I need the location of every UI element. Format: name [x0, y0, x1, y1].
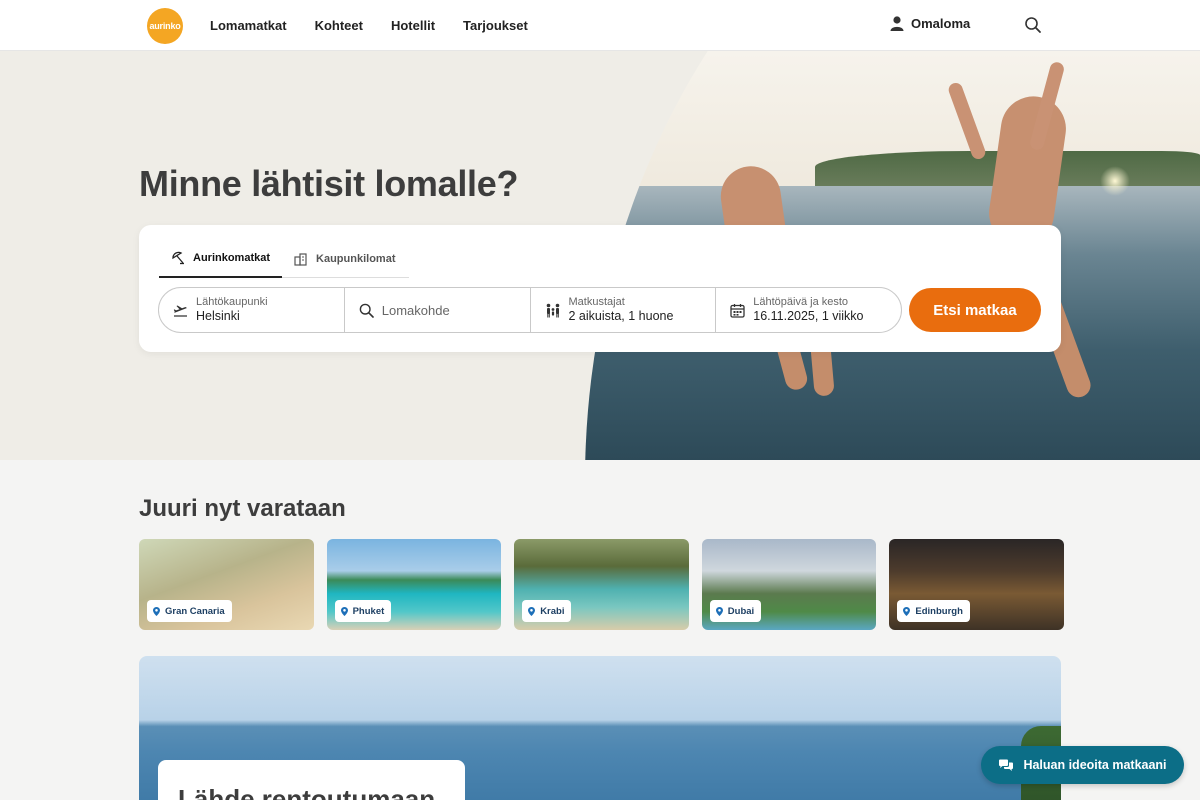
- hero-title: Minne lähtisit lomalle?: [139, 163, 519, 204]
- destination-card-krabi[interactable]: Krabi: [514, 539, 689, 630]
- date-field[interactable]: Lähtöpäivä ja kesto 16.11.2025, 1 viikko: [716, 288, 901, 332]
- account-link[interactable]: Omaloma: [890, 16, 970, 31]
- location-pin-icon: [903, 606, 911, 616]
- chat-bubbles-icon: [999, 759, 1014, 771]
- chat-button[interactable]: Haluan ideoita matkaani: [981, 746, 1184, 784]
- family-icon: [546, 303, 559, 317]
- location-pin-icon: [528, 606, 536, 616]
- nav-lomamatkat[interactable]: Lomamatkat: [210, 18, 287, 33]
- departure-label: Lähtökaupunki: [196, 295, 268, 308]
- destination-name: Krabi: [540, 605, 565, 617]
- trending-title: Juuri nyt varataan: [139, 495, 346, 522]
- user-icon: [890, 16, 904, 31]
- destination-card-phuket[interactable]: Phuket: [326, 539, 502, 630]
- destination-card-dubai[interactable]: Dubai: [701, 539, 877, 630]
- plane-takeoff-icon: [173, 305, 187, 317]
- destination-tag: Dubai: [709, 600, 762, 622]
- promo-banner: Lähde rentoutumaan: [139, 656, 1061, 800]
- trending-cards: Gran Canaria Phuket Krabi Dubai Edinburg…: [139, 539, 1064, 630]
- account-label: Omaloma: [911, 16, 971, 31]
- departure-value: Helsinki: [196, 309, 240, 324]
- destination-card-gran-canaria[interactable]: Gran Canaria: [139, 539, 314, 630]
- destination-tag: Krabi: [522, 600, 572, 622]
- destination-name: Phuket: [352, 605, 385, 617]
- search-tabs: Aurinkomatkat Kaupunkilomat: [159, 239, 409, 278]
- destination-tag: Edinburgh: [897, 600, 970, 622]
- location-pin-icon: [153, 606, 160, 616]
- tab-label: Aurinkomatkat: [193, 251, 271, 264]
- destination-tag: Phuket: [334, 600, 392, 622]
- tab-aurinkomatkat[interactable]: Aurinkomatkat: [159, 239, 283, 278]
- destination-card-edinburgh[interactable]: Edinburgh: [889, 539, 1064, 630]
- nav-tarjoukset[interactable]: Tarjoukset: [463, 18, 528, 33]
- tab-kaupunkilomat[interactable]: Kaupunkilomat: [282, 239, 407, 278]
- promo-title: Lähde rentoutumaan: [178, 784, 436, 800]
- destination-name: Edinburgh: [915, 605, 963, 617]
- nav-kohteet[interactable]: Kohteet: [315, 18, 363, 33]
- search-icon: [359, 303, 374, 318]
- chat-label: Haluan ideoita matkaani: [1023, 758, 1167, 772]
- main-nav: Lomamatkat Kohteet Hotellit Tarjoukset: [210, 0, 528, 51]
- calendar-icon: [730, 303, 745, 318]
- nav-hotellit[interactable]: Hotellit: [391, 18, 435, 33]
- aurinko-logo[interactable]: aurinko: [147, 8, 183, 44]
- promo-card[interactable]: Lähde rentoutumaan: [158, 760, 465, 800]
- destination-tag: Gran Canaria: [147, 600, 232, 622]
- travelers-field[interactable]: Matkustajat 2 aikuista, 1 huone: [531, 288, 717, 332]
- travelers-value: 2 aikuista, 1 huone: [568, 309, 674, 324]
- departure-field[interactable]: Lähtökaupunki Helsinki: [159, 288, 345, 332]
- date-value: 16.11.2025, 1 viikko: [753, 309, 864, 324]
- destination-field[interactable]: Lomakohde: [345, 288, 531, 332]
- city-icon: [294, 252, 307, 266]
- site-header: aurinko Lomamatkat Kohteet Hotellit Tarj…: [0, 0, 1200, 51]
- tab-label: Kaupunkilomat: [316, 252, 396, 265]
- destination-placeholder: Lomakohde: [381, 302, 450, 318]
- location-pin-icon: [340, 606, 348, 616]
- destination-name: Dubai: [727, 605, 755, 617]
- travelers-label: Matkustajat: [568, 295, 625, 308]
- search-submit-button[interactable]: Etsi matkaa: [909, 288, 1041, 332]
- date-label: Lähtöpäivä ja kesto: [753, 295, 849, 308]
- search-fields: Lähtökaupunki Helsinki Lomakohde Matkust…: [158, 287, 902, 333]
- search-icon[interactable]: [1024, 16, 1042, 34]
- destination-name: Gran Canaria: [165, 605, 225, 617]
- location-pin-icon: [715, 606, 723, 616]
- search-card: Aurinkomatkat Kaupunkilomat Lähtökaupunk…: [139, 225, 1061, 352]
- beach-umbrella-icon: [172, 251, 184, 264]
